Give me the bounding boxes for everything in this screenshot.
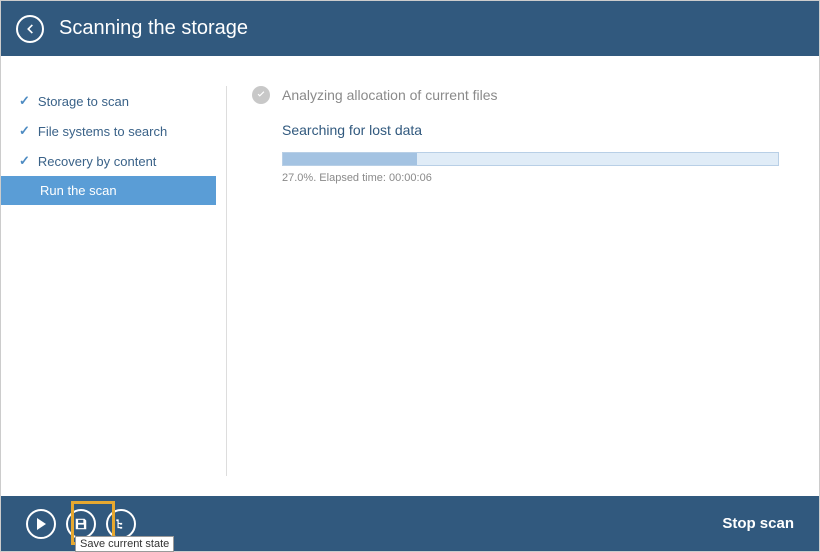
header: Scanning the storage <box>1 1 819 56</box>
list-button[interactable] <box>106 509 136 539</box>
content-area: Analyzing allocation of current files Se… <box>227 56 819 496</box>
sidebar-item-label: Storage to scan <box>38 94 129 109</box>
check-icon: ✓ <box>19 123 30 139</box>
sidebar-item-filesystems[interactable]: ✓ File systems to search <box>1 116 216 146</box>
page-title: Scanning the storage <box>59 17 248 40</box>
floppy-disk-icon <box>74 517 88 531</box>
completed-step-row: Analyzing allocation of current files <box>252 86 789 104</box>
play-button[interactable] <box>26 509 56 539</box>
tree-icon <box>114 517 128 531</box>
sidebar-item-label: Recovery by content <box>38 154 157 169</box>
sidebar-item-label: File systems to search <box>38 124 167 139</box>
back-button[interactable] <box>16 15 44 43</box>
sidebar-item-recovery[interactable]: ✓ Recovery by content <box>1 146 216 176</box>
completed-step-label: Analyzing allocation of current files <box>282 87 498 103</box>
progress-area: 27.0%. Elapsed time: 00:00:06 <box>282 152 789 184</box>
sidebar: ✓ Storage to scan ✓ File systems to sear… <box>1 56 216 496</box>
check-icon: ✓ <box>19 93 30 109</box>
check-circle-icon <box>252 86 270 104</box>
progress-bar <box>282 152 779 166</box>
sidebar-item-run-scan[interactable]: Run the scan <box>1 176 216 205</box>
current-step-label: Searching for lost data <box>282 122 789 138</box>
main-content: ✓ Storage to scan ✓ File systems to sear… <box>1 56 819 496</box>
sidebar-item-label: Run the scan <box>40 183 117 198</box>
progress-text: 27.0%. Elapsed time: 00:00:06 <box>282 172 789 184</box>
sidebar-item-storage[interactable]: ✓ Storage to scan <box>1 86 216 116</box>
stop-scan-button[interactable]: Stop scan <box>722 515 794 532</box>
progress-fill <box>283 153 417 165</box>
tooltip: Save current state <box>75 536 174 552</box>
play-icon <box>36 518 46 530</box>
arrow-left-icon <box>23 22 37 36</box>
check-icon: ✓ <box>19 153 30 169</box>
save-state-button[interactable] <box>66 509 96 539</box>
